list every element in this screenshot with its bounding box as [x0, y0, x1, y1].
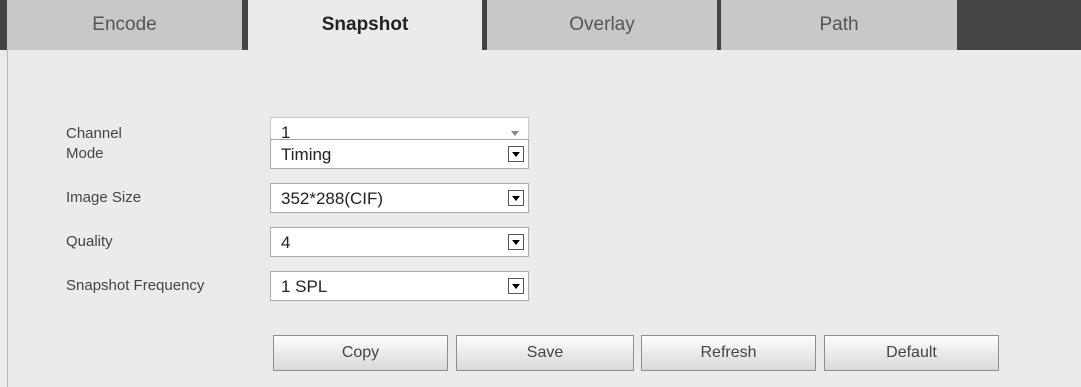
- copy-button[interactable]: Copy: [273, 335, 448, 371]
- tab-label: Snapshot: [321, 14, 409, 35]
- tab-encode[interactable]: Encode: [7, 0, 242, 50]
- frequency-select[interactable]: 1 SPL: [270, 271, 529, 301]
- mode-select[interactable]: Timing: [270, 139, 529, 169]
- image-size-label: Image Size: [66, 189, 142, 206]
- chevron-down-icon: [508, 234, 524, 250]
- refresh-button[interactable]: Refresh: [641, 335, 816, 371]
- quality-value: 4: [281, 233, 291, 252]
- chevron-down-icon: [508, 278, 524, 294]
- save-button[interactable]: Save: [456, 335, 634, 371]
- frequency-value: 1 SPL: [281, 277, 328, 296]
- quality-select[interactable]: 4: [270, 227, 529, 257]
- snapshot-settings-panel: Encode Snapshot Overlay Path Channel 1 M…: [0, 0, 1081, 387]
- frequency-label: Snapshot Frequency: [66, 277, 205, 294]
- mode-value: Timing: [281, 145, 332, 164]
- tab-label: Overlay: [569, 14, 635, 35]
- mode-label: Mode: [66, 145, 104, 162]
- quality-label: Quality: [66, 233, 113, 250]
- tab-label: Encode: [92, 14, 157, 35]
- tab-overlay[interactable]: Overlay: [487, 0, 717, 50]
- tab-path[interactable]: Path: [721, 0, 957, 50]
- channel-label: Channel: [66, 125, 122, 142]
- default-button[interactable]: Default: [824, 335, 999, 371]
- chevron-down-icon: [508, 190, 524, 206]
- tab-snapshot[interactable]: Snapshot: [248, 0, 482, 50]
- chevron-down-icon: [508, 146, 524, 162]
- tab-label: Path: [819, 14, 859, 35]
- tab-bar: Encode Snapshot Overlay Path: [0, 0, 1081, 50]
- image-size-value: 352*288(CIF): [281, 189, 384, 208]
- image-size-select[interactable]: 352*288(CIF): [270, 183, 529, 213]
